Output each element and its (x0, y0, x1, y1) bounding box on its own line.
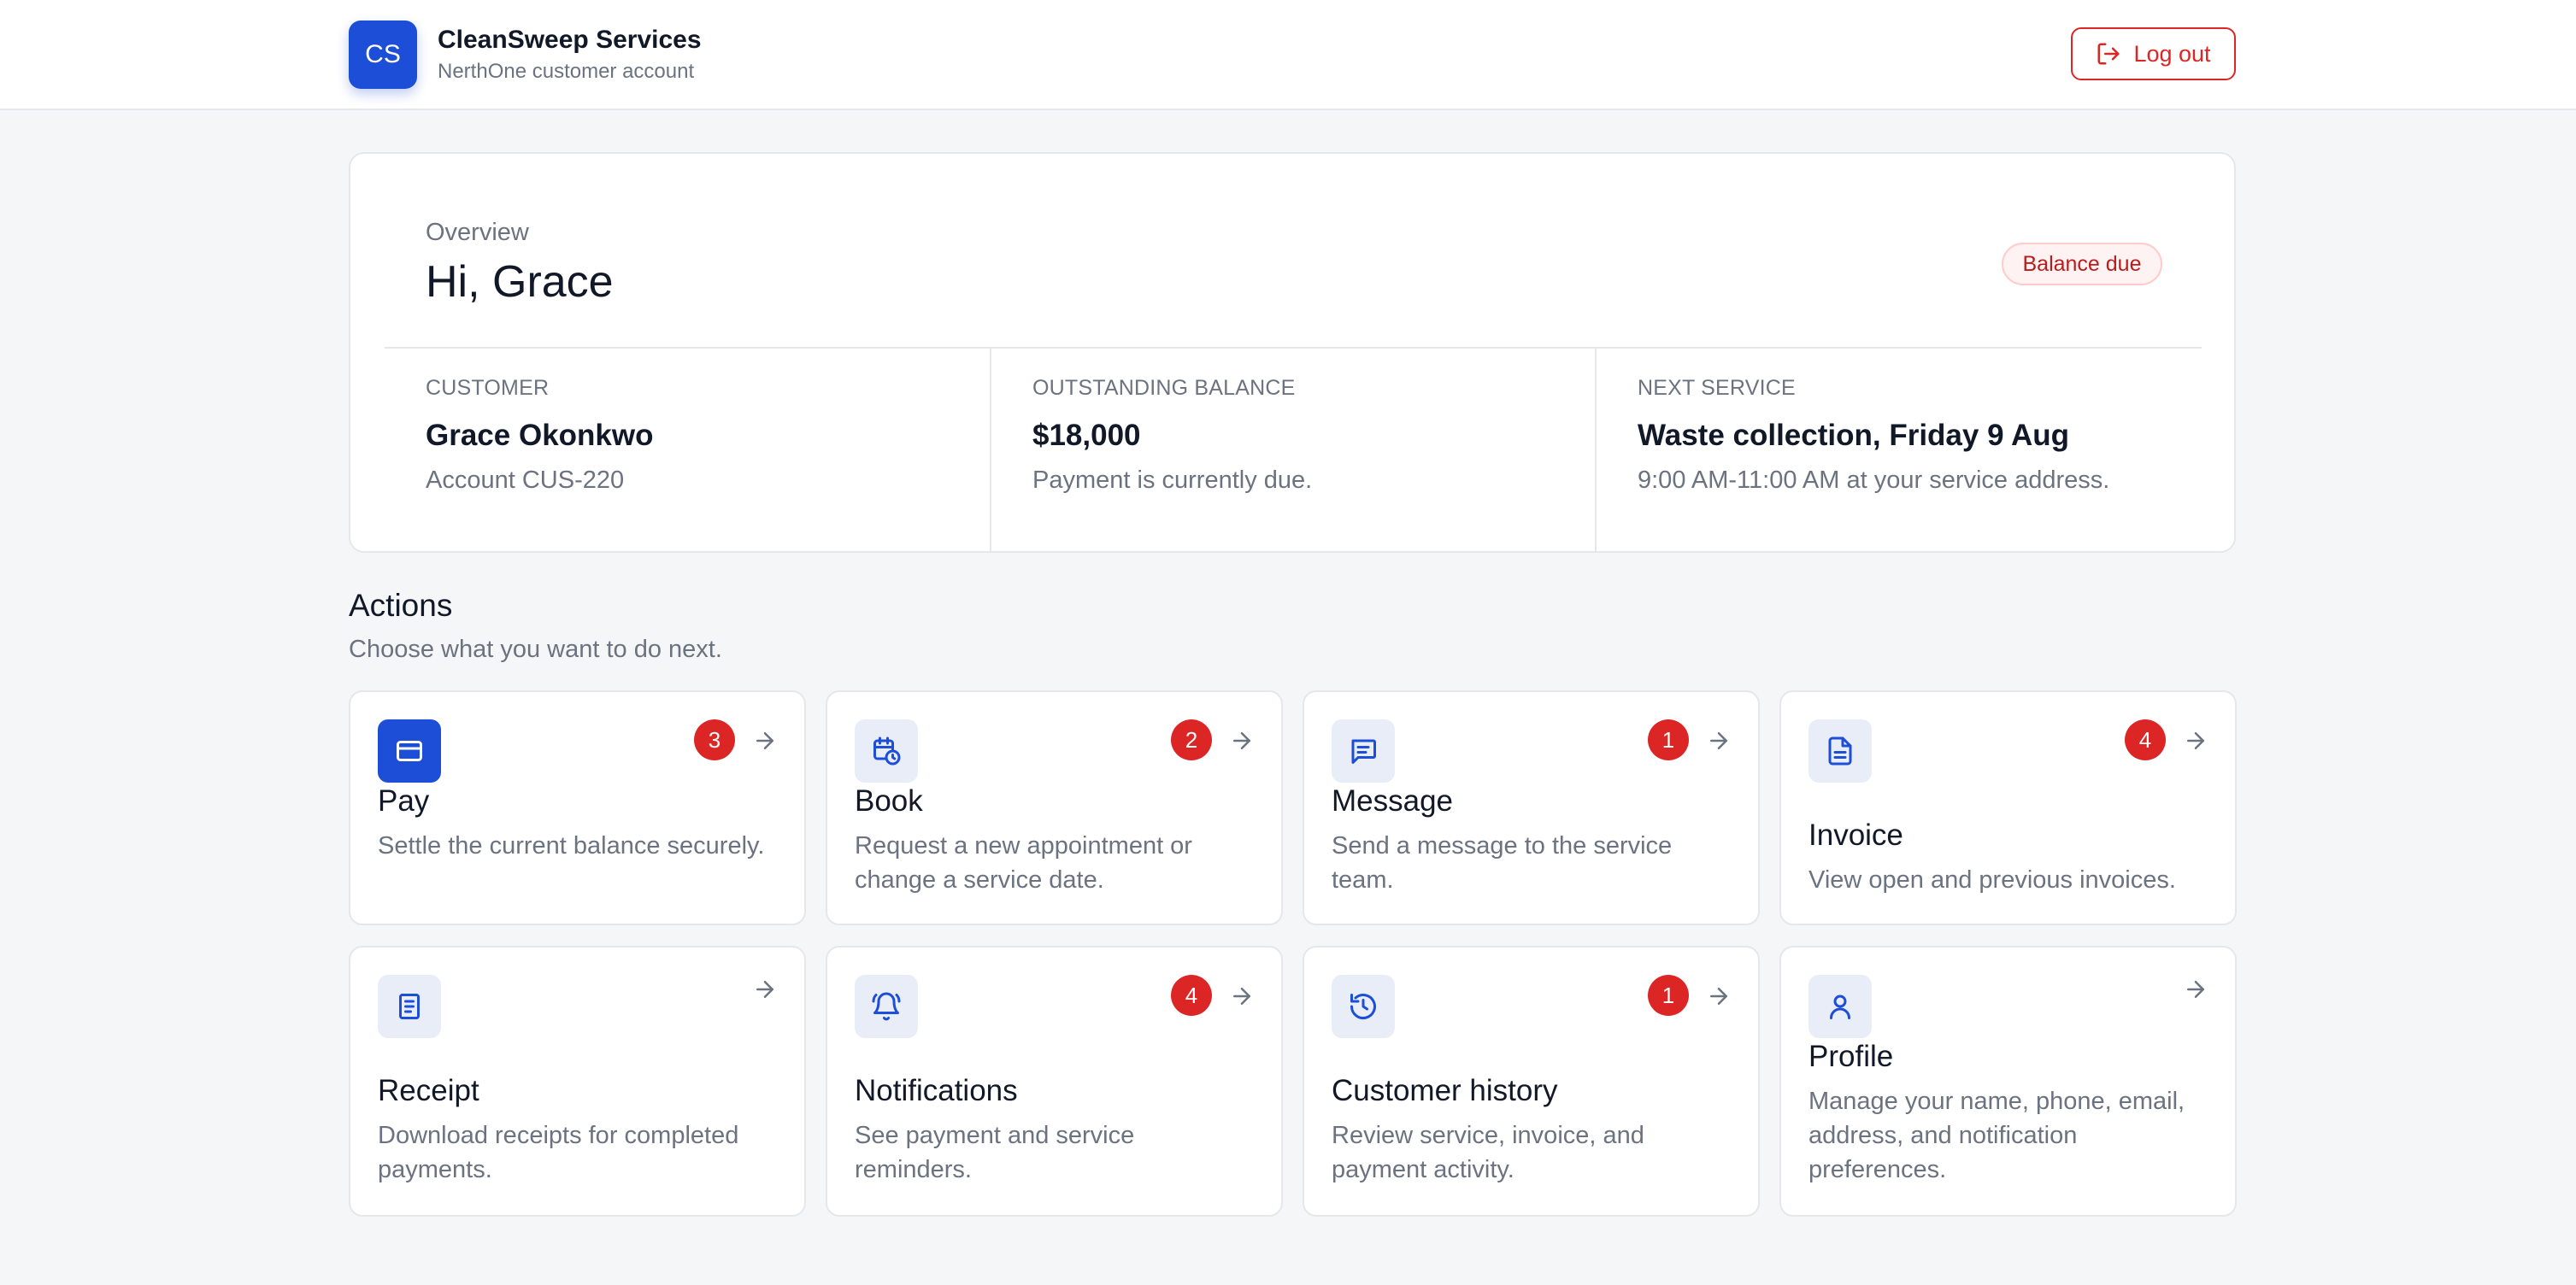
arrow-right-icon (1233, 988, 1250, 1005)
next-service-time: 9:00 AM-11:00 AM at your service address… (1638, 466, 2110, 494)
document-icon (1808, 719, 1872, 783)
card-title: Customer history (1332, 1074, 1558, 1107)
balance-status: Payment is currently due. (1032, 466, 1313, 494)
account-type-label: NerthOne customer account (438, 60, 695, 83)
greeting-heading: Hi, Grace (426, 257, 614, 307)
arrow-right-icon (1710, 732, 1727, 749)
action-card-customer-history[interactable]: 1 Customer history Review service, invoi… (1303, 946, 1760, 1217)
arrow-right-icon (2187, 732, 2204, 749)
logout-label: Log out (2133, 40, 2211, 67)
message-count-badge: 1 (1648, 719, 1689, 760)
card-description: See payment and service reminders. (855, 1122, 1135, 1183)
card-description: View open and previous invoices. (1808, 866, 2176, 894)
balance-label: OUTSTANDING BALANCE (1032, 376, 1296, 400)
card-title: Receipt (378, 1074, 479, 1107)
message-icon (1332, 719, 1395, 783)
actions-heading: Actions (349, 588, 453, 623)
user-icon (1808, 975, 1872, 1038)
action-card-book[interactable]: 2 Book Request a new appointment or chan… (826, 690, 1283, 925)
pay-count-badge: 3 (694, 719, 735, 760)
actions-subtitle: Choose what you want to do next. (349, 636, 722, 663)
card-description: Send a message to the service team. (1332, 832, 1673, 894)
action-card-pay[interactable]: 3 Pay Settle the current balance securel… (349, 690, 806, 925)
card-description: Settle the current balance securely. (378, 832, 765, 860)
card-title: Message (1332, 784, 1454, 818)
arrow-right-icon (1710, 988, 1727, 1005)
arrow-right-icon (1233, 732, 1250, 749)
top-bar: CS CleanSweep Services NerthOne customer… (0, 0, 2576, 110)
bell-icon (855, 975, 918, 1038)
overview-eyebrow: Overview (426, 219, 529, 246)
card-description: Manage your name, phone, email, address,… (1808, 1088, 2185, 1183)
card-title: Notifications (855, 1074, 1018, 1107)
card-title: Invoice (1808, 819, 1903, 852)
customer-summary: CUSTOMER Grace Okonkwo Account CUS-220 (385, 347, 990, 553)
history-count-badge: 1 (1648, 975, 1689, 1016)
invoice-count-badge: 4 (2125, 719, 2166, 760)
card-title: Profile (1808, 1040, 1894, 1073)
card-title: Pay (378, 784, 430, 818)
arrow-right-icon (2187, 981, 2204, 998)
receipt-icon (378, 975, 441, 1038)
overview-card: Overview Hi, Grace Balance due CUSTOMER … (349, 152, 2236, 553)
company-name: CleanSweep Services (438, 26, 702, 54)
notifications-count-badge: 4 (1171, 975, 1212, 1016)
balance-amount: $18,000 (1032, 419, 1141, 452)
card-description: Request a new appointment or change a se… (855, 832, 1192, 894)
action-card-message[interactable]: 1 Message Send a message to the service … (1303, 690, 1760, 925)
action-card-receipt[interactable]: Receipt Download receipts for completed … (349, 946, 806, 1217)
card-description: Review service, invoice, and payment act… (1332, 1122, 1644, 1183)
action-card-notifications[interactable]: 4 Notifications See payment and service … (826, 946, 1283, 1217)
account-number: Account CUS-220 (426, 466, 625, 494)
next-service-date: Waste collection, Friday 9 Aug (1638, 419, 2070, 452)
next-service-label: NEXT SERVICE (1638, 376, 1796, 400)
card-description: Download receipts for completed payments… (378, 1122, 739, 1183)
card-title: Book (855, 784, 923, 818)
arrow-right-icon (756, 732, 773, 749)
history-icon (1332, 975, 1395, 1038)
book-count-badge: 2 (1171, 719, 1212, 760)
action-card-profile[interactable]: Profile Manage your name, phone, email, … (1779, 946, 2237, 1217)
customer-label: CUSTOMER (426, 376, 550, 400)
status-badge: Balance due (2002, 243, 2162, 285)
logout-icon (2096, 41, 2121, 67)
next-service-summary: NEXT SERVICE Waste collection, Friday 9 … (1595, 347, 2202, 553)
action-card-invoice[interactable]: 4 Invoice View open and previous invoice… (1779, 690, 2237, 925)
credit-card-icon (378, 719, 441, 783)
company-logo: CS (349, 21, 417, 89)
customer-name: Grace Okonkwo (426, 419, 654, 452)
arrow-right-icon (756, 981, 773, 998)
calendar-clock-icon (855, 719, 918, 783)
logout-button[interactable]: Log out (2071, 27, 2236, 80)
balance-summary: OUTSTANDING BALANCE $18,000 Payment is c… (990, 347, 1595, 553)
